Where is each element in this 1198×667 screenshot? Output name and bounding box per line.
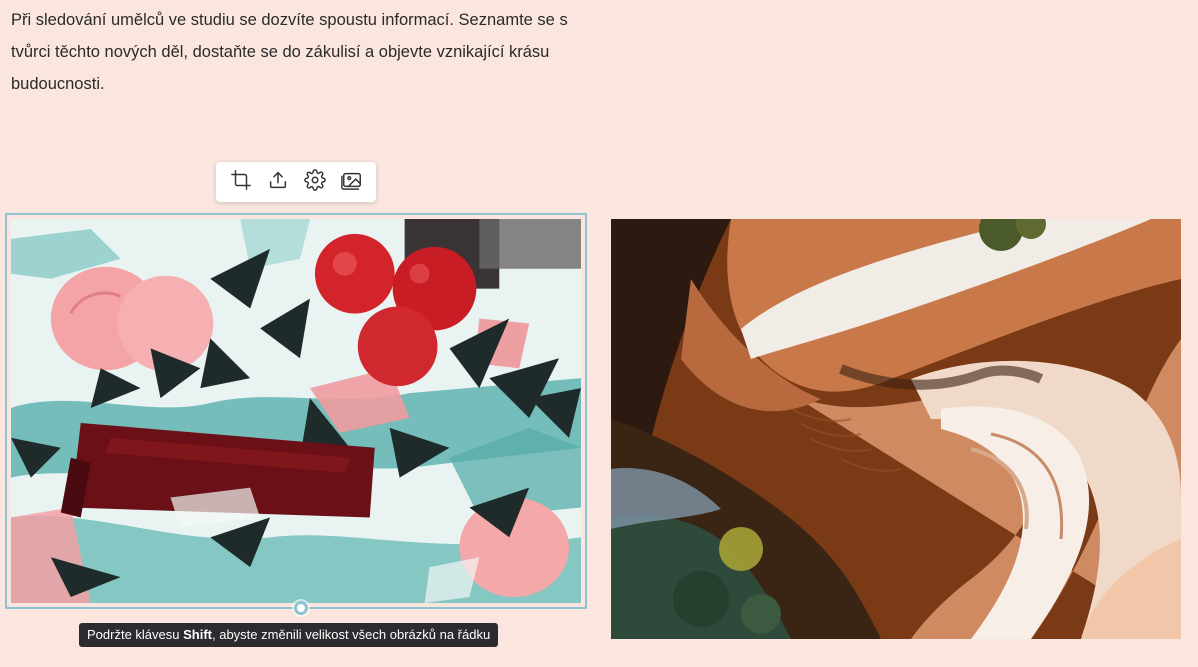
resize-tooltip: Podržte klávesu Shift, abyste změnili ve…: [79, 623, 499, 647]
tooltip-key: Shift: [183, 627, 212, 642]
painting-image[interactable]: [11, 219, 581, 603]
crop-button[interactable]: [226, 167, 256, 197]
upload-button[interactable]: [263, 167, 293, 197]
image-toolbar: [216, 162, 376, 202]
images-icon: [340, 169, 363, 196]
aerial-sand-image[interactable]: [611, 219, 1181, 639]
replace-image-button[interactable]: [337, 167, 367, 197]
gear-icon: [303, 168, 326, 196]
resize-handle[interactable]: [294, 601, 308, 615]
settings-button[interactable]: [300, 167, 330, 197]
upload-icon: [267, 169, 289, 196]
tooltip-prefix: Podržte klávesu: [87, 627, 184, 642]
selected-image-frame[interactable]: [5, 213, 587, 609]
tooltip-suffix: , abyste změnili velikost všech obrázků …: [212, 627, 491, 642]
page: Při sledování umělců ve studiu se dozvít…: [0, 0, 1198, 667]
crop-icon: [230, 169, 252, 196]
intro-paragraph: Při sledování umělců ve studiu se dozvít…: [11, 11, 568, 93]
